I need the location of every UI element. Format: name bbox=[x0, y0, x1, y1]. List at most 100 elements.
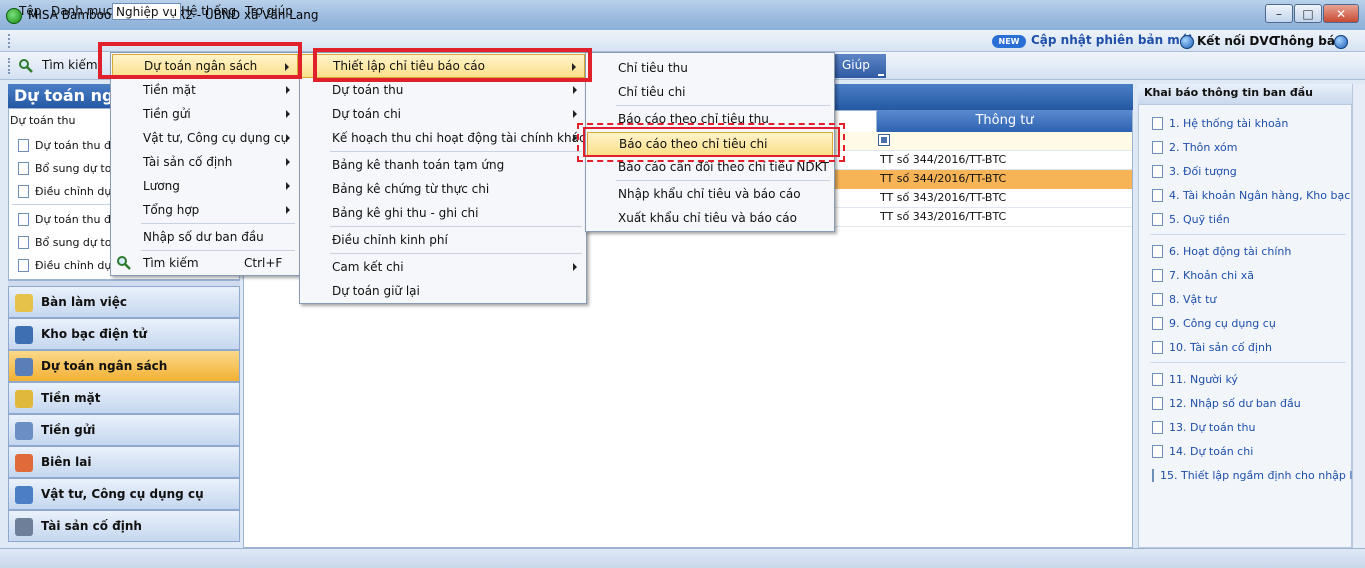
setup-link[interactable]: 5. Quỹ tiền bbox=[1152, 210, 1352, 228]
update-link[interactable]: Cập nhật phiên bản mới bbox=[1031, 33, 1192, 47]
budget-icon bbox=[15, 358, 33, 376]
setup-link[interactable]: 8. Vật tư bbox=[1152, 290, 1352, 308]
nav-bien-lai[interactable]: Biên lai bbox=[8, 446, 240, 478]
document-icon bbox=[1152, 372, 1163, 386]
menu2-cam-ket-chi[interactable]: Cam kết chi bbox=[301, 255, 585, 279]
setup-link[interactable]: 7. Khoản chi xã bbox=[1152, 266, 1352, 284]
right-pane-title: Khai báo thông tin ban đầu bbox=[1138, 84, 1352, 104]
menu2-bang-ke-thuc-chi[interactable]: Bảng kê chứng từ thực chi bbox=[301, 177, 585, 201]
setup-link[interactable]: 15. Thiết lập ngầm định cho nhập liệu bbox=[1152, 466, 1352, 484]
nav-du-toan-ngan-sach[interactable]: Dự toán ngân sách bbox=[8, 350, 240, 382]
chevron-right-icon bbox=[286, 158, 290, 166]
new-badge: NEW bbox=[992, 35, 1026, 48]
setup-link[interactable]: 4. Tài khoản Ngân hàng, Kho bạc bbox=[1152, 186, 1352, 204]
menu-separator bbox=[330, 151, 582, 152]
menu2-du-toan-giu-lai[interactable]: Dự toán giữ lại bbox=[301, 279, 585, 303]
desk-icon bbox=[15, 294, 33, 312]
setup-link[interactable]: 9. Công cụ dụng cụ bbox=[1152, 314, 1352, 332]
chevron-right-icon bbox=[286, 206, 290, 214]
menu-nghiep-vu[interactable]: Nghiệp vụ bbox=[112, 3, 182, 20]
connect-dvc-link[interactable]: Kết nối DVC bbox=[1197, 34, 1277, 48]
setup-link[interactable]: 13. Dự toán thu bbox=[1152, 418, 1352, 436]
table-cell: TT số 344/2016/TT-BTC bbox=[880, 172, 1007, 185]
globe-icon bbox=[1334, 35, 1348, 49]
setup-link[interactable]: 11. Người ký bbox=[1152, 370, 1352, 388]
menu-he-thong[interactable]: Hệ thống bbox=[178, 3, 239, 20]
nav-kho-bac-dien-tu[interactable]: Kho bạc điện tử bbox=[8, 318, 240, 350]
search-icon bbox=[117, 256, 131, 270]
menu-tro-giup[interactable]: Trợ giúp bbox=[242, 3, 296, 20]
receipt-icon bbox=[15, 454, 33, 472]
chevron-right-icon bbox=[286, 134, 290, 142]
nav-vat-tu[interactable]: Vật tư, Công cụ dụng cụ bbox=[8, 478, 240, 510]
nav-tien-gui[interactable]: Tiền gửi bbox=[8, 414, 240, 446]
menu2-dieu-chinh-kinh-phi[interactable]: Điều chỉnh kinh phí bbox=[301, 228, 585, 252]
menu1-vat-tu[interactable]: Vật tư, Công cụ dụng cụ bbox=[112, 126, 298, 150]
menu-tep[interactable]: Tệp bbox=[16, 3, 44, 20]
menu1-nhap-so-du[interactable]: Nhập số dư ban đầu bbox=[112, 225, 298, 249]
chevron-down-icon[interactable] bbox=[878, 70, 884, 76]
document-icon bbox=[1152, 444, 1163, 458]
menu2-ke-hoach-thu-chi[interactable]: Kế hoạch thu chi hoạt động tài chính khá… bbox=[301, 126, 586, 150]
status-bar bbox=[0, 548, 1365, 568]
close-button[interactable]: ✕ bbox=[1323, 4, 1359, 23]
minimize-button[interactable]: – bbox=[1265, 4, 1293, 23]
document-icon bbox=[1152, 116, 1163, 130]
shortcut-label: Ctrl+F bbox=[244, 256, 283, 270]
menu1-tim-kiem[interactable]: Tìm kiếm Ctrl+F bbox=[112, 251, 298, 275]
notification-link[interactable]: Thông báo bbox=[1272, 34, 1343, 48]
setup-link[interactable]: 2. Thôn xóm bbox=[1152, 138, 1352, 156]
menu2-bang-ke-ghi-thu[interactable]: Bảng kê ghi thu - ghi chi bbox=[301, 201, 585, 225]
table-cell: TT số 343/2016/TT-BTC bbox=[880, 191, 1007, 204]
menu-danh-muc[interactable]: Danh mục bbox=[48, 3, 116, 20]
divider bbox=[1150, 362, 1346, 363]
menu-nghiep-vu-dropdown: Dự toán ngân sách Tiền mặt Tiền gửi Vật … bbox=[110, 52, 300, 276]
setup-link[interactable]: 3. Đối tượng bbox=[1152, 162, 1352, 180]
menu-separator bbox=[330, 226, 582, 227]
document-icon bbox=[18, 235, 29, 249]
nav-tai-san-co-dinh[interactable]: Tài sản cố định bbox=[8, 510, 240, 542]
chevron-right-icon bbox=[573, 110, 577, 118]
menu3-chi-tieu-chi[interactable]: Chỉ tiêu chi bbox=[587, 80, 833, 104]
menu1-tai-san-co-dinh[interactable]: Tài sản cố định bbox=[112, 150, 298, 174]
setup-link[interactable]: 12. Nhập số dư ban đầu bbox=[1152, 394, 1352, 412]
menu1-luong[interactable]: Lương bbox=[112, 174, 298, 198]
setup-link[interactable]: 14. Dự toán chi bbox=[1152, 442, 1352, 460]
tools-icon bbox=[15, 486, 33, 504]
document-icon bbox=[18, 184, 29, 198]
select-all-checkbox[interactable] bbox=[878, 134, 890, 146]
document-icon bbox=[1152, 244, 1163, 258]
menu1-tong-hop[interactable]: Tổng hợp bbox=[112, 198, 298, 222]
search-icon bbox=[19, 59, 33, 73]
chevron-right-icon bbox=[286, 110, 290, 118]
document-icon bbox=[1152, 268, 1163, 282]
document-icon bbox=[1152, 140, 1163, 154]
nav-ban-lam-viec[interactable]: Bàn làm việc bbox=[8, 286, 240, 318]
column-header-thong-tu[interactable]: Thông tư bbox=[876, 110, 1132, 132]
menu2-bang-ke-tam-ung[interactable]: Bảng kê thanh toán tạm ứng bbox=[301, 153, 585, 177]
menu3-nhap-khau[interactable]: Nhập khẩu chỉ tiêu và báo cáo bbox=[587, 182, 833, 206]
chevron-right-icon bbox=[286, 86, 290, 94]
document-icon bbox=[1152, 468, 1154, 482]
maximize-button[interactable]: □ bbox=[1294, 4, 1322, 23]
menu3-chi-tieu-thu[interactable]: Chỉ tiêu thu bbox=[587, 56, 833, 80]
setup-link[interactable]: 10. Tài sản cố định bbox=[1152, 338, 1352, 356]
table-cell: TT số 344/2016/TT-BTC bbox=[880, 153, 1007, 166]
menu-separator bbox=[330, 253, 582, 254]
setup-link[interactable]: 1. Hệ thống tài khoản bbox=[1152, 114, 1352, 132]
document-icon bbox=[1152, 420, 1163, 434]
menu1-tien-mat[interactable]: Tiền mặt bbox=[112, 78, 298, 102]
document-icon bbox=[1152, 188, 1163, 202]
setup-link[interactable]: 6. Hoạt động tài chính bbox=[1152, 242, 1352, 260]
menu1-tien-gui[interactable]: Tiền gửi bbox=[112, 102, 298, 126]
menu3-xuat-khau[interactable]: Xuất khẩu chỉ tiêu và báo cáo bbox=[587, 206, 833, 230]
tree-group-label[interactable]: Dự toán thu bbox=[10, 114, 75, 127]
document-icon bbox=[1152, 316, 1163, 330]
nav-tien-mat[interactable]: Tiền mặt bbox=[8, 382, 240, 414]
vertical-scrollbar[interactable] bbox=[1352, 84, 1365, 548]
annotation-box bbox=[583, 127, 840, 157]
chevron-right-icon bbox=[286, 182, 290, 190]
document-icon bbox=[1152, 292, 1163, 306]
search-button[interactable]: Tìm kiếm bbox=[42, 58, 98, 72]
menu2-du-toan-chi[interactable]: Dự toán chi bbox=[301, 102, 585, 126]
